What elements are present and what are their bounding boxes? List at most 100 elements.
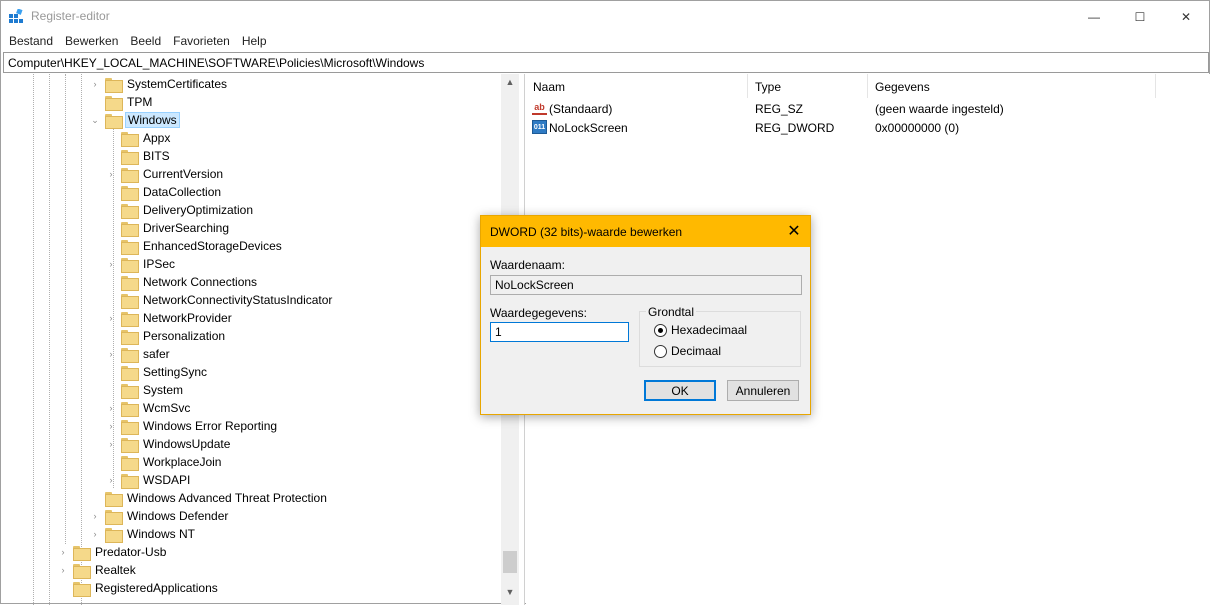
tree-item-wcmsvc[interactable]: › WcmSvc — [105, 399, 192, 417]
scroll-up-arrow-icon[interactable]: ▲ — [501, 74, 519, 90]
folder-icon — [121, 239, 139, 255]
expand-chevron-icon[interactable]: › — [105, 255, 117, 273]
expand-chevron-icon[interactable]: › — [105, 435, 117, 453]
scrollbar-thumb[interactable] — [503, 551, 517, 573]
cancel-button[interactable]: Annuleren — [727, 380, 799, 401]
expand-chevron-icon[interactable]: › — [105, 309, 117, 327]
tree-item-personalization[interactable]: Personalization — [105, 327, 227, 345]
column-header-type[interactable]: Type — [748, 74, 868, 98]
value-type: REG_DWORD — [755, 121, 835, 135]
menu-beeld[interactable]: Beeld — [124, 32, 167, 52]
expand-chevron-icon — [105, 363, 117, 381]
tree-item-windows-error-reporting[interactable]: › Windows Error Reporting — [105, 417, 279, 435]
edit-dword-dialog: DWORD (32 bits)-waarde bewerken ✕ Waarde… — [480, 215, 811, 415]
expand-chevron-icon — [105, 291, 117, 309]
expand-chevron-icon[interactable]: › — [89, 525, 101, 543]
value-data: (geen waarde ingesteld) — [875, 102, 1004, 116]
base-groupbox — [639, 311, 801, 367]
ok-button[interactable]: OK — [644, 380, 716, 401]
tree-item-datacollection[interactable]: DataCollection — [105, 183, 223, 201]
tree-item-realtek[interactable]: › Realtek — [57, 561, 138, 579]
tree-item-safer[interactable]: › safer — [105, 345, 172, 363]
folder-icon — [121, 131, 139, 147]
tree-item-appx[interactable]: Appx — [105, 129, 172, 147]
tree-item-bits[interactable]: BITS — [105, 147, 172, 165]
folder-icon — [121, 293, 139, 309]
expand-chevron-icon — [105, 381, 117, 399]
expand-chevron-icon[interactable]: › — [57, 543, 69, 561]
folder-icon — [121, 419, 139, 435]
address-bar[interactable]: Computer\HKEY_LOCAL_MACHINE\SOFTWARE\Pol… — [3, 52, 1209, 73]
tree-item-enhancedstoragedevices[interactable]: EnhancedStorageDevices — [105, 237, 284, 255]
tree-item-predator-usb[interactable]: › Predator-Usb — [57, 543, 168, 561]
value-name-field[interactable]: NoLockScreen — [490, 275, 802, 295]
value-data-field[interactable]: 1 — [490, 322, 629, 342]
registry-editor-icon — [9, 9, 23, 23]
maximize-button[interactable]: ☐ — [1117, 1, 1163, 32]
tree-item-windows-defender[interactable]: › Windows Defender — [89, 507, 230, 525]
expand-chevron-icon[interactable]: › — [105, 399, 117, 417]
tree-guide-line — [81, 74, 82, 605]
folder-icon — [73, 563, 91, 579]
collapse-chevron-icon[interactable]: ⌄ — [89, 111, 101, 129]
tree-item-windowsupdate[interactable]: › WindowsUpdate — [105, 435, 232, 453]
dialog-close-icon[interactable]: ✕ — [784, 221, 804, 241]
expand-chevron-icon — [105, 453, 117, 471]
window-title: Register-editor — [31, 9, 110, 23]
tree-item-windows-advanced-threat-protection[interactable]: Windows Advanced Threat Protection — [89, 489, 329, 507]
radio-decimal[interactable]: Decimaal — [654, 344, 721, 358]
tree-item-workplacejoin[interactable]: WorkplaceJoin — [105, 453, 223, 471]
expand-chevron-icon[interactable]: › — [105, 345, 117, 363]
folder-icon — [121, 401, 139, 417]
column-header-name[interactable]: Naam — [526, 74, 748, 98]
folder-icon — [121, 203, 139, 219]
menu-bar: Bestand Bewerken Beeld Favorieten Help — [1, 32, 273, 52]
tree-item-windows-nt[interactable]: › Windows NT — [89, 525, 197, 543]
radio-hexadecimal[interactable]: Hexadecimaal — [654, 323, 747, 337]
radio-selected-icon[interactable] — [654, 323, 667, 337]
value-name-label: Waardenaam: — [490, 258, 565, 272]
expand-chevron-icon[interactable]: › — [105, 471, 117, 489]
folder-icon — [121, 275, 139, 291]
tree-item-driversearching[interactable]: DriverSearching — [105, 219, 231, 237]
expand-chevron-icon[interactable]: › — [89, 75, 101, 93]
tree-item-windows[interactable]: ⌄ Windows — [89, 111, 180, 129]
radio-unselected-icon[interactable] — [654, 344, 667, 358]
expand-chevron-icon[interactable]: › — [105, 165, 117, 183]
tree-item-currentversion[interactable]: › CurrentVersion — [105, 165, 225, 183]
menu-bewerken[interactable]: Bewerken — [59, 32, 124, 52]
expand-chevron-icon[interactable]: › — [105, 417, 117, 435]
tree-item-tpm[interactable]: TPM — [89, 93, 154, 111]
menu-help[interactable]: Help — [236, 32, 273, 52]
tree-item-networkprovider[interactable]: › NetworkProvider — [105, 309, 234, 327]
tree-item-ipsec[interactable]: › IPSec — [105, 255, 177, 273]
tree-item-deliveryoptimization[interactable]: DeliveryOptimization — [105, 201, 255, 219]
value-data-label: Waardegegevens: — [490, 306, 587, 320]
tree-item-wsdapi[interactable]: › WSDAPI — [105, 471, 192, 489]
expand-chevron-icon[interactable]: › — [57, 561, 69, 579]
folder-icon — [121, 167, 139, 183]
tree-item-settingsync[interactable]: SettingSync — [105, 363, 209, 381]
column-header-data[interactable]: Gegevens — [868, 74, 1156, 98]
scroll-down-arrow-icon[interactable]: ▼ — [501, 584, 519, 600]
expand-chevron-icon[interactable]: › — [89, 507, 101, 525]
tree-item-networkconnectivitystatusindicator[interactable]: NetworkConnectivityStatusIndicator — [105, 291, 334, 309]
tree-item-systemcertificates[interactable]: › SystemCertificates — [89, 75, 229, 93]
tree-item-system[interactable]: System — [105, 381, 185, 399]
menu-bestand[interactable]: Bestand — [3, 32, 59, 52]
expand-chevron-icon — [105, 327, 117, 345]
list-row-nolockscreen[interactable]: 011 NoLockScreen REG_DWORD 0x00000000 (0… — [526, 118, 1210, 137]
value-name: (Standaard) — [549, 102, 613, 116]
tree-item-network-connections[interactable]: Network Connections — [105, 273, 259, 291]
list-row-standaard[interactable]: ab (Standaard) REG_SZ (geen waarde inges… — [526, 99, 1210, 118]
menu-favorieten[interactable]: Favorieten — [167, 32, 236, 52]
folder-icon — [121, 347, 139, 363]
tree-item-registeredapplications[interactable]: RegisteredApplications — [57, 579, 220, 597]
folder-icon — [105, 527, 123, 543]
expand-chevron-icon — [105, 183, 117, 201]
folder-icon — [121, 311, 139, 327]
close-button[interactable]: ✕ — [1163, 1, 1209, 32]
expand-chevron-icon — [105, 219, 117, 237]
dialog-title-bar: DWORD (32 bits)-waarde bewerken ✕ — [481, 216, 810, 247]
minimize-button[interactable]: — — [1071, 1, 1117, 32]
